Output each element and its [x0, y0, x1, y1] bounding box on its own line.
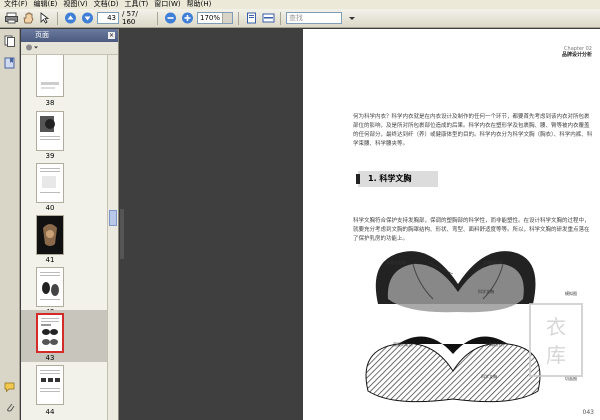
thumbnail-label: 38: [45, 99, 55, 107]
gutter-marker: [120, 209, 124, 259]
zoom-level-select[interactable]: 170%: [197, 12, 233, 24]
panel-options: [21, 42, 118, 55]
body-paragraph: 科学文胸符合保护支持发胸部，保调的塑胸部的科学性，而非能塑性。在设计科学文胸的过…: [353, 218, 590, 242]
figure-label: 真我的乳房: [386, 260, 406, 265]
thumbnail-image: [36, 267, 64, 307]
page-total-label: / 57/ 160: [122, 10, 138, 26]
toolbar: 43 / 57/ 160 170% 查找: [0, 9, 600, 28]
page-thumbnail-selected[interactable]: 43: [21, 310, 107, 362]
toolbar-separator: [280, 11, 281, 25]
watermark-stamp: 衣 库: [529, 303, 583, 377]
menu-bar: 文件(F) 编辑(E) 视图(V) 文档(D) 工具(T) 窗口(W) 帮助(H…: [0, 0, 600, 9]
page-thumbnail[interactable]: 41: [21, 214, 107, 266]
thumbnail-label: 43: [45, 354, 55, 362]
svg-text:衣: 衣: [546, 315, 566, 339]
search-dropdown-icon[interactable]: [345, 11, 359, 25]
menu-window[interactable]: 窗口(W): [154, 0, 180, 9]
thumbnail-image: [36, 313, 64, 353]
menu-document[interactable]: 文档(D): [94, 0, 119, 9]
page-number: 043: [582, 409, 594, 416]
bra-cross-section-figure: [375, 251, 536, 313]
toolbar-separator: [57, 11, 58, 25]
navigation-strip: [0, 29, 20, 420]
page-thumbnail[interactable]: 39: [21, 110, 107, 162]
panel-header: 页面 ×: [21, 29, 118, 42]
intro-paragraph: 何为科学内衣？科学内衣就是在内衣设计及制作的任何一个环节，都要首先考虑到该内衣对…: [353, 114, 593, 147]
menu-edit[interactable]: 编辑(E): [34, 0, 58, 9]
panel-title: 页面: [35, 31, 49, 39]
thumbnail-label: 44: [45, 408, 55, 416]
thumbnail-image: [36, 365, 64, 405]
figure-label: 文胸的托杯: [485, 342, 505, 347]
page-thumbnails-panel: 页面 × 38 39 40 41 43 44: [21, 29, 119, 420]
close-icon[interactable]: ×: [108, 32, 115, 39]
thumbnail-image: [36, 163, 64, 203]
menu-help[interactable]: 帮助(H): [187, 0, 212, 9]
print-icon[interactable]: [4, 11, 18, 25]
thumbnail-image: [36, 55, 64, 97]
page-thumbnail[interactable]: 44: [21, 362, 107, 420]
pages-icon[interactable]: [4, 35, 16, 47]
svg-text:库: 库: [546, 343, 566, 367]
scrollbar-thumb[interactable]: [109, 210, 117, 226]
section-heading: 1. 科学文胸: [356, 171, 438, 187]
figure-label: 科学文胸: [481, 374, 497, 379]
options-icon[interactable]: [25, 42, 39, 55]
zoom-out-icon[interactable]: [163, 11, 177, 25]
bookmarks-icon[interactable]: [4, 57, 16, 69]
chapter-header: Chapter 02 品牌设计分析: [562, 46, 592, 58]
thumbnail-scrollbar[interactable]: [107, 55, 118, 420]
document-page[interactable]: Chapter 02 品牌设计分析 何为科学内衣？科学内衣就是在内衣设计及制作的…: [303, 29, 600, 420]
document-gutter: [120, 29, 303, 420]
page-thumbnail[interactable]: 40: [21, 162, 107, 214]
next-page-icon[interactable]: [80, 11, 94, 25]
hand-tool-icon[interactable]: [21, 11, 35, 25]
thumbnail-label: 41: [45, 256, 55, 264]
fit-page-icon[interactable]: [244, 11, 258, 25]
page-thumbnail[interactable]: 38: [21, 55, 107, 110]
reader-window: 文件(F) 编辑(E) 视图(V) 文档(D) 工具(T) 窗口(W) 帮助(H…: [0, 0, 600, 420]
figure-label: 真我的乳房: [393, 342, 413, 347]
thumbnail-list: 38 39 40 41 43 44: [21, 55, 107, 420]
select-tool-icon[interactable]: [38, 11, 52, 25]
menu-file[interactable]: 文件(F): [4, 0, 28, 9]
zoom-in-icon[interactable]: [180, 11, 194, 25]
menu-view[interactable]: 视图(V): [63, 0, 87, 9]
fit-width-icon[interactable]: [261, 11, 275, 25]
previous-page-icon[interactable]: [63, 11, 77, 25]
comments-icon[interactable]: [4, 381, 16, 393]
figure-label: 科学文胸: [478, 289, 494, 294]
toolbar-separator: [157, 11, 158, 25]
thumbnail-label: 39: [45, 152, 55, 160]
thumbnail-image: [36, 111, 64, 151]
thumbnail-label: 40: [45, 204, 55, 212]
attachments-icon[interactable]: [4, 401, 16, 413]
figure-label: 文胸的托杯: [483, 260, 503, 265]
menu-tools[interactable]: 工具(T): [125, 0, 149, 9]
search-input[interactable]: 查找: [286, 12, 342, 24]
thumbnail-image: [36, 215, 64, 255]
page-number-input[interactable]: 43: [97, 12, 119, 24]
toolbar-separator: [238, 11, 239, 25]
chapter-title: 品牌设计分析: [561, 52, 592, 58]
